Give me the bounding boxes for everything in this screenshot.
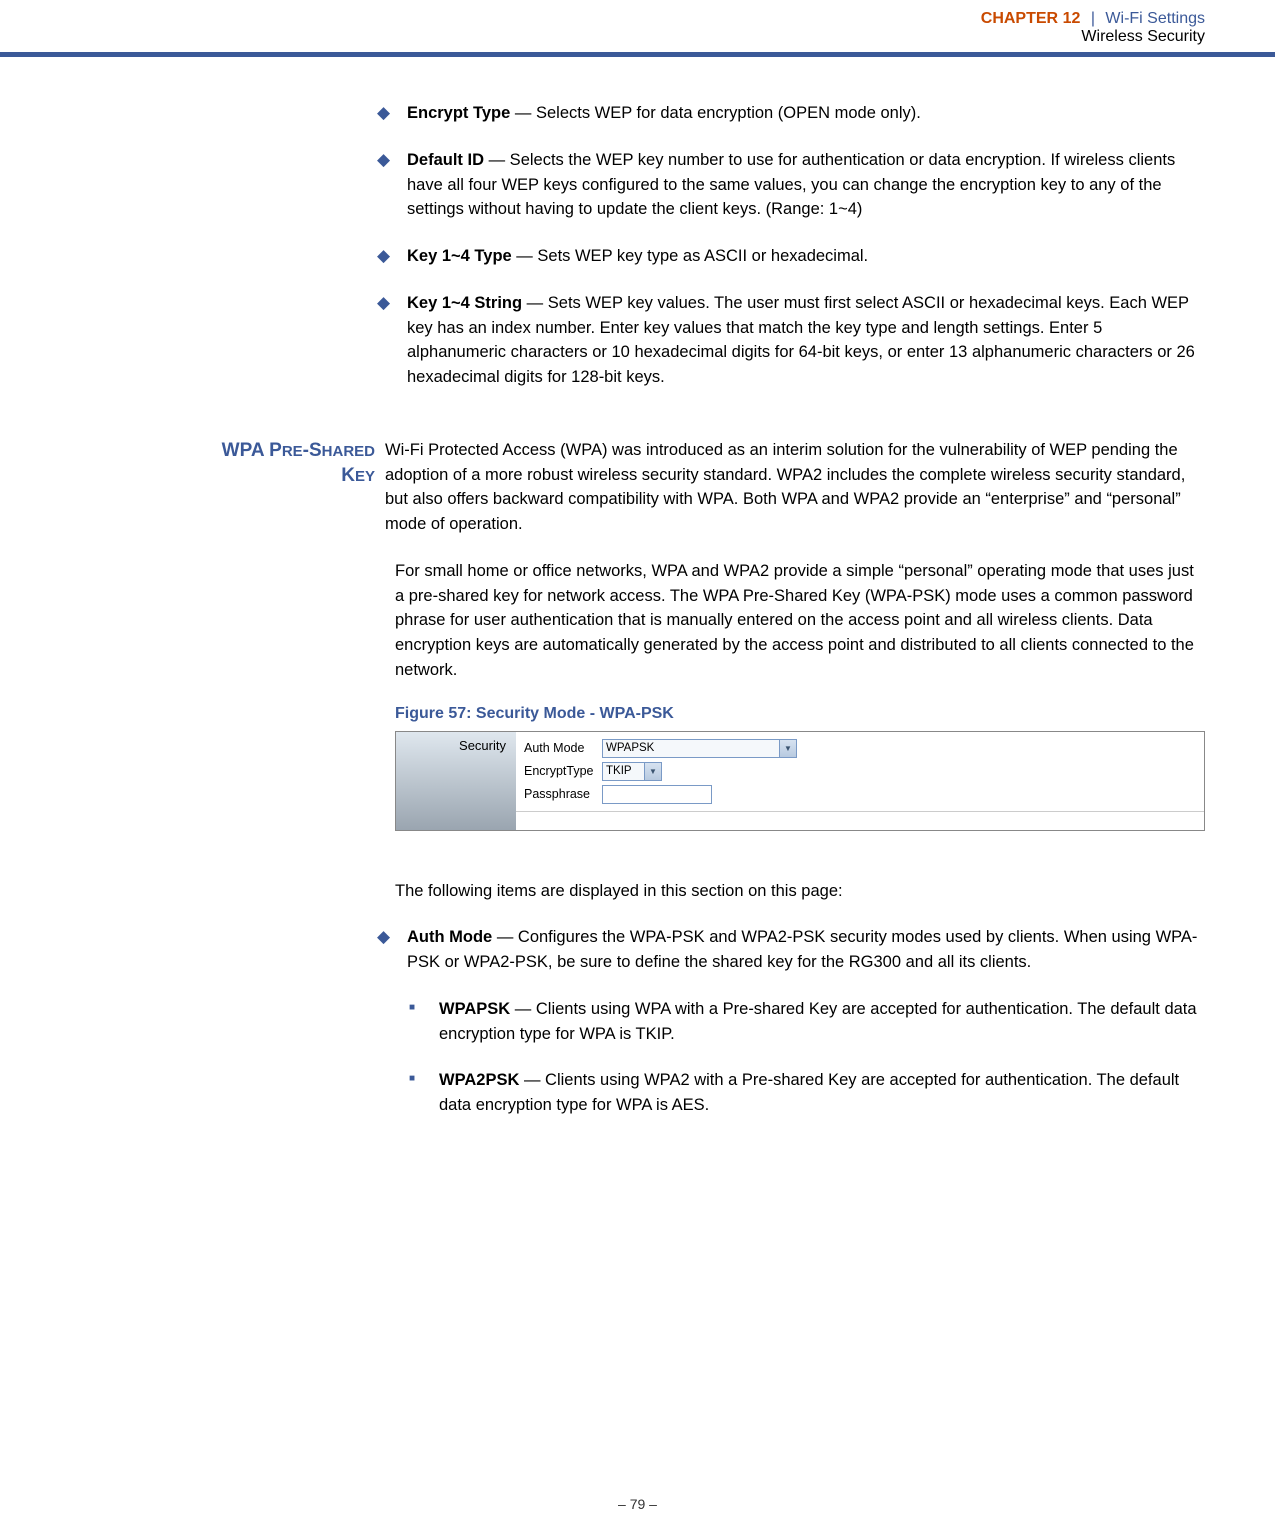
section-para-1: Wi-Fi Protected Access (WPA) was introdu… [385,438,1205,537]
section-para-2: For small home or office networks, WPA a… [395,559,1205,683]
bullet-text: Default ID — Selects the WEP key number … [407,148,1205,222]
page-number: – 79 – [0,1496,1275,1512]
chapter-num: 12 [1063,10,1081,27]
auth-mode-select[interactable]: WPAPSK ▼ [602,739,797,758]
passphrase-input[interactable] [602,785,712,804]
content-area: ◆ Encrypt Type — Selects WEP for data en… [0,101,1275,1118]
bullet-text: Key 1~4 String — Sets WEP key values. Th… [407,291,1205,390]
bullet-text: Encrypt Type — Selects WEP for data encr… [407,101,1205,126]
form-row-passphrase: Passphrase [524,784,1204,805]
square-icon: ■ [409,997,439,1047]
form-row-auth: Auth Mode WPAPSK ▼ [524,738,1204,759]
header-sep: | [1091,10,1095,27]
passphrase-label: Passphrase [524,787,602,801]
bullet-text: WPAPSK — Clients using WPA with a Pre-sh… [439,997,1205,1047]
bullet-wpapsk: ■ WPAPSK — Clients using WPA with a Pre-… [409,997,1205,1047]
page-header: CHAPTER 12 | Wi-Fi Settings Wireless Sec… [0,0,1275,57]
section-wpa-psk: WPA PRE-SHARED KEY Wi-Fi Protected Acces… [125,438,1205,537]
diamond-icon: ◆ [377,101,407,126]
auth-mode-label: Auth Mode [524,741,602,755]
figure-caption: Figure 57: Security Mode - WPA-PSK [395,705,1205,723]
diamond-icon: ◆ [377,925,407,975]
bullet-text: Auth Mode — Configures the WPA-PSK and W… [407,925,1205,975]
encrypt-type-value: TKIP [606,765,632,777]
bullet-wpa2psk: ■ WPA2PSK — Clients using WPA2 with a Pr… [409,1068,1205,1118]
encrypt-type-label: EncryptType [524,764,602,778]
chevron-down-icon: ▼ [779,740,796,757]
auth-mode-value: WPAPSK [606,742,654,754]
encrypt-type-select[interactable]: TKIP ▼ [602,762,662,781]
chapter-line: CHAPTER 12 | Wi-Fi Settings [0,10,1205,28]
figure-form: Auth Mode WPAPSK ▼ EncryptType TKIP ▼ Pa… [516,732,1204,830]
bullet-default-id: ◆ Default ID — Selects the WEP key numbe… [377,148,1205,222]
chapter-word: CHAPTER [981,10,1058,27]
after-figure-text: The following items are displayed in thi… [395,879,1205,904]
bullet-auth-mode: ◆ Auth Mode — Configures the WPA-PSK and… [377,925,1205,975]
bullet-encrypt-type: ◆ Encrypt Type — Selects WEP for data en… [377,101,1205,126]
bullet-key-type: ◆ Key 1~4 Type — Sets WEP key type as AS… [377,244,1205,269]
figure-screenshot: Security Auth Mode WPAPSK ▼ EncryptType … [395,731,1205,831]
form-row-encrypt: EncryptType TKIP ▼ [524,761,1204,782]
bullet-key-string: ◆ Key 1~4 String — Sets WEP key values. … [377,291,1205,390]
diamond-icon: ◆ [377,244,407,269]
diamond-icon: ◆ [377,291,407,390]
diamond-icon: ◆ [377,148,407,222]
bullet-text: WPA2PSK — Clients using WPA2 with a Pre-… [439,1068,1205,1118]
chapter-subtitle: Wireless Security [0,28,1205,46]
figure-panel-title: Security [396,732,516,830]
section-heading: WPA PRE-SHARED KEY [125,438,385,537]
chevron-down-icon: ▼ [644,763,661,780]
divider [516,811,1204,812]
square-icon: ■ [409,1068,439,1118]
chapter-title: Wi-Fi Settings [1105,10,1205,27]
bullet-text: Key 1~4 Type — Sets WEP key type as ASCI… [407,244,1205,269]
